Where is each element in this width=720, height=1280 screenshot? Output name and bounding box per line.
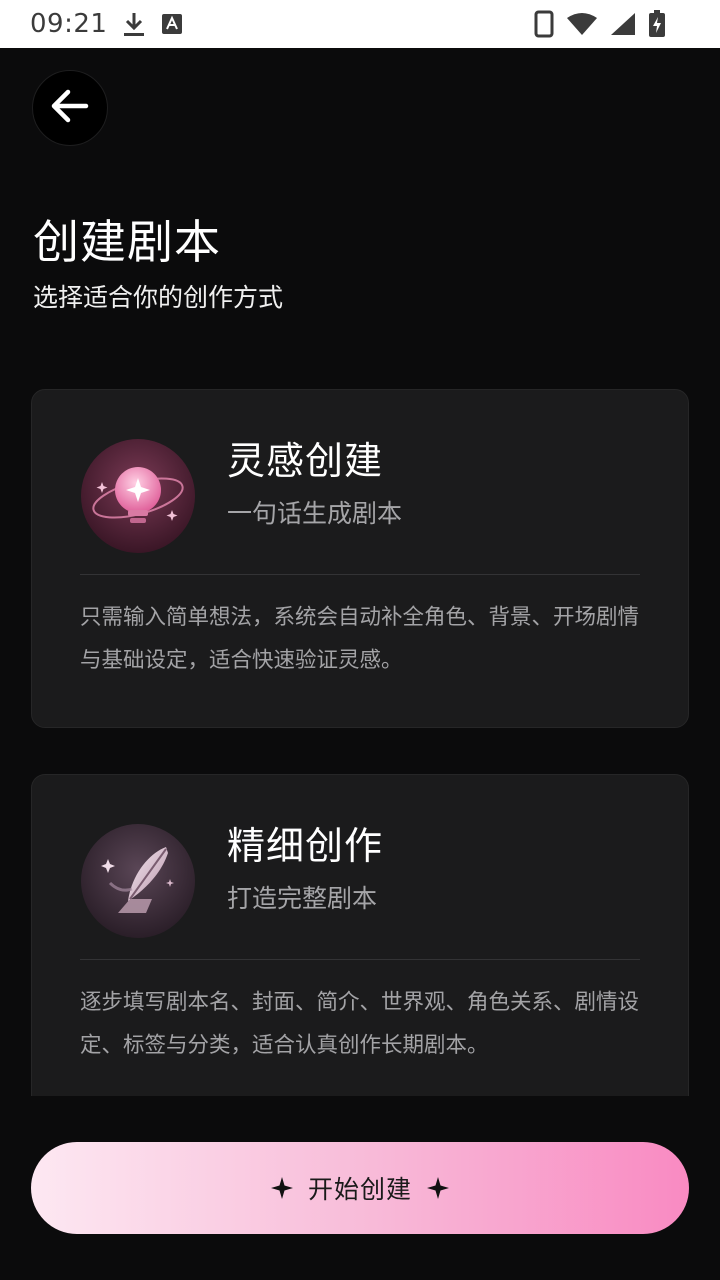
option-title: 精细创作 (227, 824, 384, 868)
status-time: 09:21 (30, 9, 108, 39)
card-divider (80, 574, 640, 575)
start-create-button[interactable]: 开始创建 (31, 1142, 689, 1234)
option-description: 逐步填写剧本名、封面、简介、世界观、角色关系、剧情设定、标签与分类，适合认真创作… (80, 990, 640, 1058)
battery-charging-icon (648, 10, 666, 38)
status-left: 09:21 (30, 9, 183, 39)
option-subtitle: 一句话生成剧本 (227, 499, 403, 528)
download-icon (123, 11, 145, 37)
option-description: 只需输入简单想法，系统会自动补全角色、背景、开场剧情与基础设定，适合快速验证灵感… (80, 605, 640, 673)
option-card-detailed[interactable]: 精细创作 打造完整剧本 逐步填写剧本名、封面、简介、世界观、角色关系、剧情设定、… (31, 774, 689, 1096)
option-subtitle: 打造完整剧本 (227, 884, 378, 913)
wifi-icon (566, 12, 598, 36)
create-script-screen: 创建剧本 选择适合你的创作方式 灵感创建 一句话生成剧本 只需输入简单想法，系统… (0, 48, 720, 1280)
status-bar: 09:21 (0, 0, 720, 48)
lightbulb-sparkle-icon (80, 438, 196, 554)
option-card-inspiration[interactable]: 灵感创建 一句话生成剧本 只需输入简单想法，系统会自动补全角色、背景、开场剧情与… (31, 389, 689, 728)
signal-icon (610, 12, 636, 36)
option-title: 灵感创建 (227, 439, 384, 483)
page-subtitle: 选择适合你的创作方式 (33, 283, 284, 312)
start-create-label: 开始创建 (307, 1175, 412, 1204)
phone-outline-icon (534, 10, 554, 38)
arrow-left-icon (50, 88, 90, 128)
card-divider (80, 959, 640, 960)
status-right (534, 10, 690, 38)
page-title: 创建剧本 (33, 215, 221, 269)
quill-pen-icon (80, 823, 196, 939)
back-button[interactable] (32, 70, 108, 146)
keyboard-a-icon (161, 13, 183, 35)
four-point-star-icon (270, 1176, 294, 1200)
four-point-star-icon (426, 1176, 450, 1200)
